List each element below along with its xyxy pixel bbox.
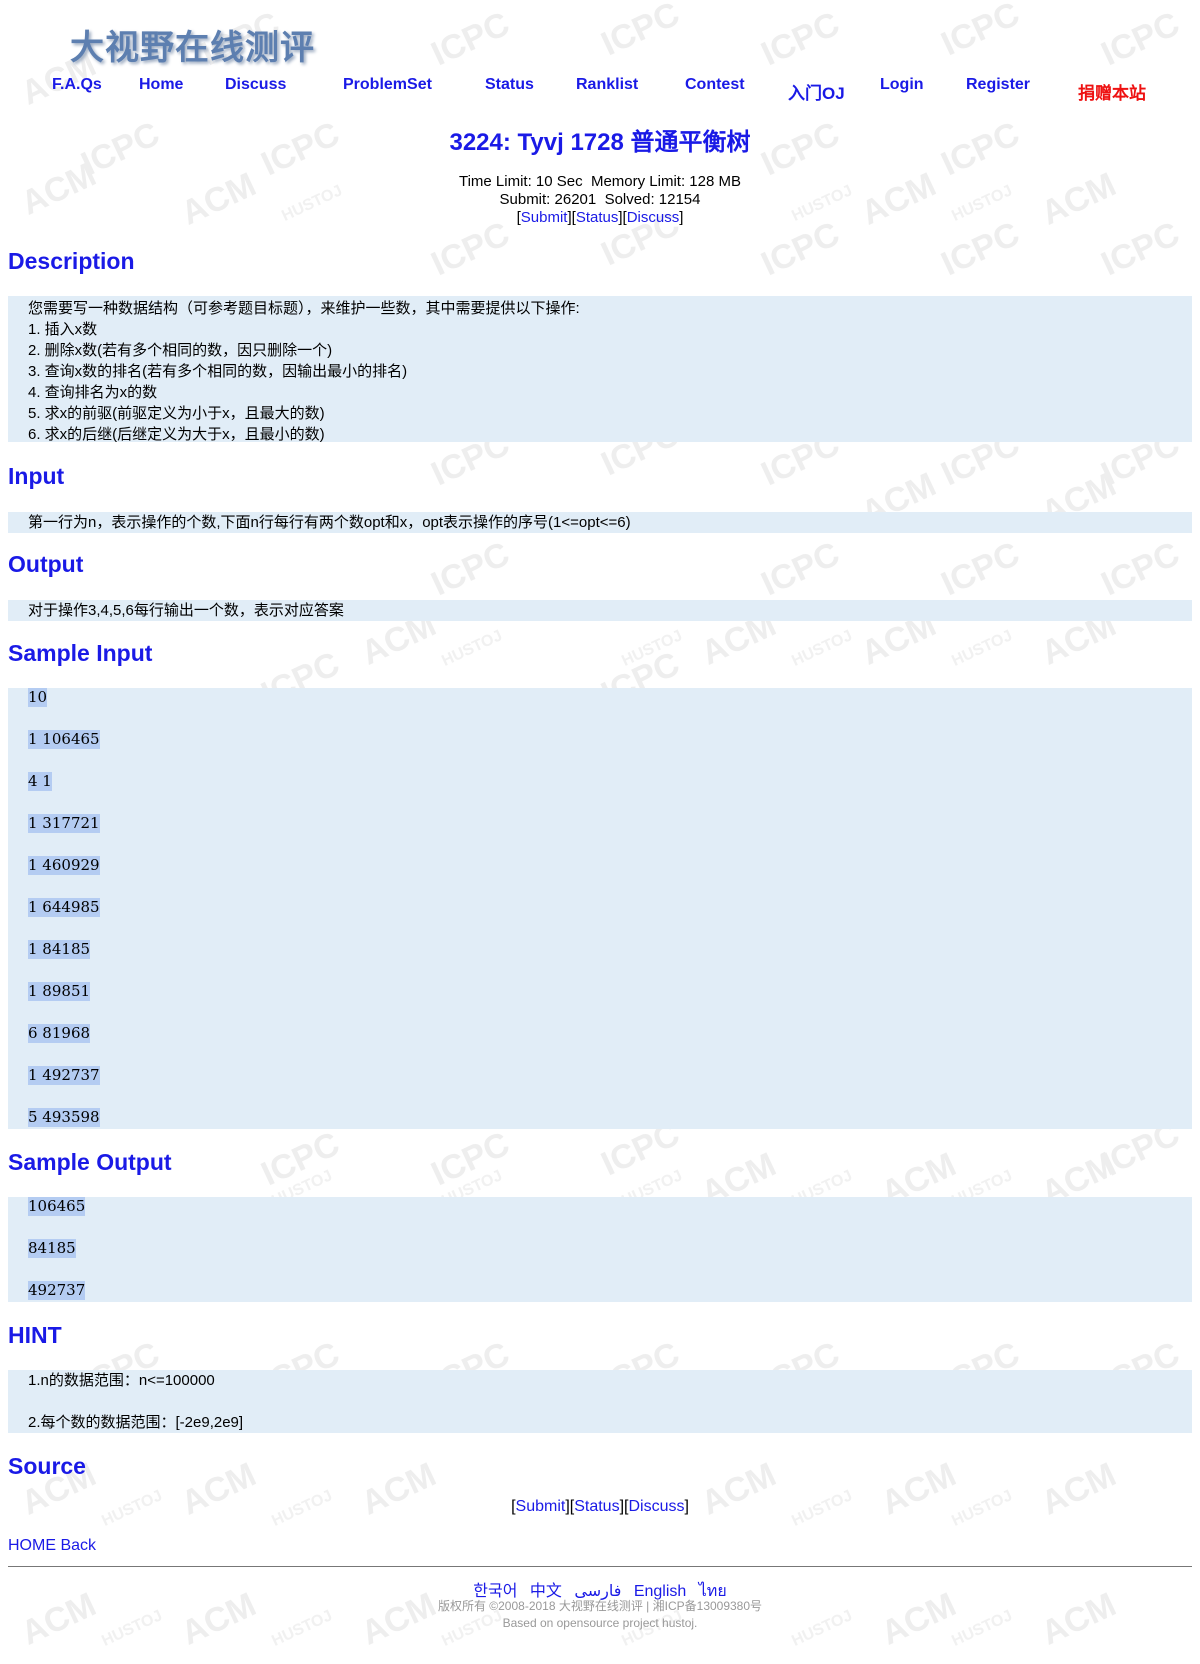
hint-line: 1.n的数据范围：n<=100000 <box>28 1372 215 1389</box>
submit-count: Submit: 26201 <box>499 191 597 208</box>
output-box: 对于操作3,4,5,6每行输出一个数，表示对应答案 <box>8 600 1192 621</box>
sample-output-box: 106465 84185 492737 <box>8 1197 1192 1302</box>
sample-input-line: 1 317721 <box>28 814 100 833</box>
nav-login[interactable]: Login <box>880 76 924 94</box>
input-heading: Input <box>8 463 65 489</box>
sample-input-line: 5 493598 <box>28 1108 100 1127</box>
sample-input-line: 6 81968 <box>28 1024 91 1043</box>
nav-register[interactable]: Register <box>966 76 1030 94</box>
hint-box: 1.n的数据范围：n<=100000 2.每个数的数据范围：[-2e9,2e9] <box>8 1370 1192 1433</box>
copyright: 版权所有 ©2008-2018 大视野在线测评 | 湘ICP备13009380号… <box>0 1598 1200 1632</box>
sample-input-line: 1 89851 <box>28 982 91 1001</box>
status-link[interactable]: Status <box>574 1498 619 1515</box>
sample-input-line: 10 <box>28 688 48 707</box>
hint-line: 2.每个数的数据范围：[-2e9,2e9] <box>28 1414 244 1431</box>
home-back: HOME Back <box>8 1537 96 1555</box>
sample-input-line: 1 460929 <box>28 856 100 875</box>
nav-intro-oj[interactable]: 入门OJ <box>788 79 845 104</box>
output-text: 对于操作3,4,5,6每行输出一个数，表示对应答案 <box>28 602 344 619</box>
sample-input-heading: Sample Input <box>8 640 153 666</box>
sample-input-line: 1 84185 <box>28 940 91 959</box>
description-line: 2. 删除x数(若有多个相同的数，因只删除一个) <box>28 342 333 359</box>
bottom-problem-links: [Submit][Status][Discuss] <box>511 1498 689 1515</box>
memory-limit: Memory Limit: 128 MB <box>590 173 742 190</box>
nav-discuss[interactable]: Discuss <box>225 76 286 94</box>
sample-input-line: 1 492737 <box>28 1066 100 1085</box>
input-text: 第一行为n，表示操作的个数,下面n行每行有两个数opt和x，opt表示操作的序号… <box>28 514 631 531</box>
sample-output-line: 492737 <box>28 1281 86 1300</box>
description-line: 5. 求x的前驱(前驱定义为小于x，且最大的数) <box>28 405 325 422</box>
nav-donate[interactable]: 捐赠本站 <box>1078 79 1146 104</box>
source-heading: Source <box>8 1453 86 1479</box>
sample-input-line: 4 1 <box>28 772 52 791</box>
discuss-link[interactable]: Discuss <box>628 1498 684 1515</box>
main-nav: F.A.Qs Home Discuss ProblemSet Status Ra… <box>0 76 1200 104</box>
sample-input-line: 1 644985 <box>28 898 100 917</box>
problem-meta: Time Limit: 10 Sec Memory Limit: 128 MB … <box>458 173 742 226</box>
discuss-link[interactable]: Discuss <box>627 209 680 226</box>
nav-home[interactable]: Home <box>139 76 183 94</box>
solved-count: Solved: 12154 <box>604 191 701 208</box>
description-line: 3. 查询x数的排名(若有多个相同的数，因输出最小的排名) <box>28 363 408 380</box>
sample-output-line: 84185 <box>28 1239 76 1258</box>
description-line: 4. 查询排名为x的数 <box>28 384 158 401</box>
footer-divider <box>8 1566 1192 1567</box>
status-link[interactable]: Status <box>576 209 619 226</box>
copyright-text: 版权所有 ©2008-2018 大视野在线测评 | 湘ICP备13009380号 <box>437 1599 763 1613</box>
description-line: 6. 求x的后继(后继定义为大于x，且最小的数) <box>28 426 325 443</box>
home-back-link[interactable]: HOME Back <box>8 1537 96 1554</box>
nav-problemset[interactable]: ProblemSet <box>343 76 432 94</box>
sample-input-box: 10 1 106465 4 1 1 317721 1 460929 1 6449… <box>8 688 1192 1129</box>
nav-ranklist[interactable]: Ranklist <box>576 76 638 94</box>
site-logo[interactable]: 大视野在线测评 <box>70 20 315 69</box>
hint-heading: HINT <box>8 1322 62 1348</box>
nav-faqs[interactable]: F.A.Qs <box>52 76 102 94</box>
time-limit: Time Limit: 10 Sec <box>458 173 583 190</box>
sample-input-line: 1 106465 <box>28 730 100 749</box>
problem-title: 3224: Tyvj 1728 普通平衡树 <box>449 129 751 156</box>
sample-output-line: 106465 <box>28 1197 86 1216</box>
description-line: 您需要写一种数据结构（可参考题目标题），来维护一些数，其中需要提供以下操作: <box>28 300 580 317</box>
sample-output-heading: Sample Output <box>8 1149 172 1175</box>
submit-link[interactable]: Submit <box>521 209 568 226</box>
based-on-text: Based on opensource project hustoj. <box>502 1616 698 1630</box>
description-box: 您需要写一种数据结构（可参考题目标题），来维护一些数，其中需要提供以下操作: 1… <box>8 296 1192 443</box>
description-heading: Description <box>8 248 135 274</box>
description-line: 1. 插入x数 <box>28 321 98 338</box>
nav-contest[interactable]: Contest <box>685 76 745 94</box>
output-heading: Output <box>8 551 84 577</box>
input-box: 第一行为n，表示操作的个数,下面n行每行有两个数opt和x，opt表示操作的序号… <box>8 512 1192 533</box>
nav-status[interactable]: Status <box>485 76 534 94</box>
submit-link[interactable]: Submit <box>516 1498 566 1515</box>
